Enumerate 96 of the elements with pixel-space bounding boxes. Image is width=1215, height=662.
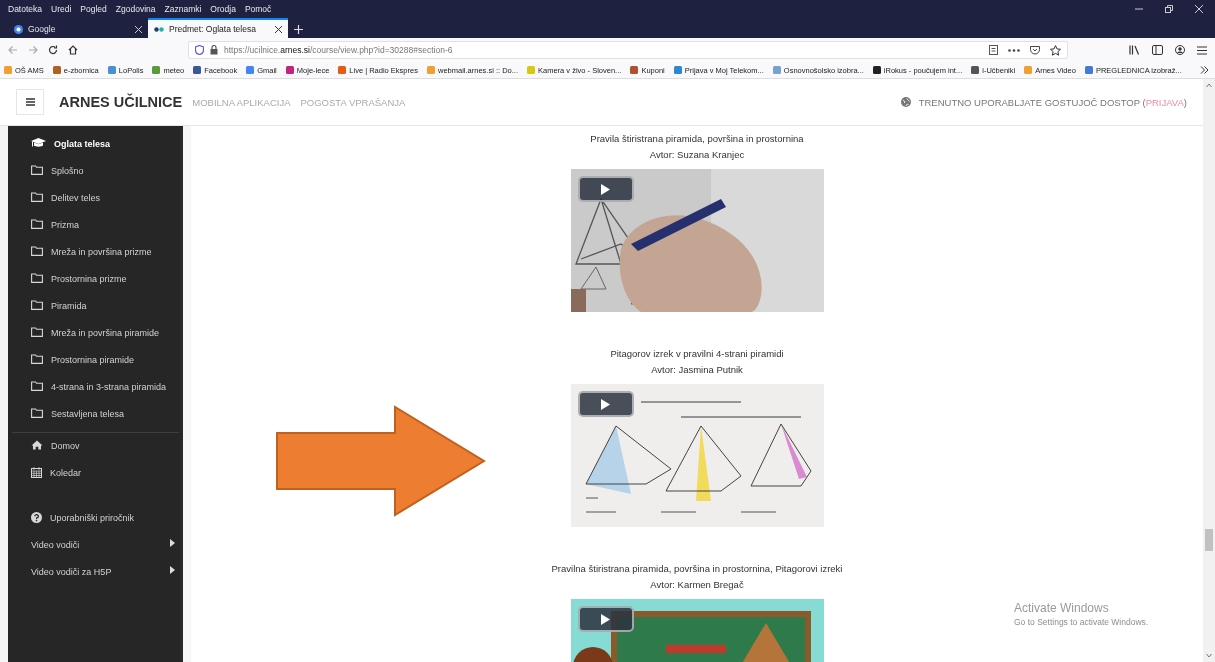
sidebar-item[interactable]: Domov [8,433,183,460]
sidebar-item[interactable]: Oglata telesa [12,131,179,158]
square-icon [1024,66,1033,74]
video-author: Avtor: Karmen Bregač [650,578,744,592]
play-button[interactable] [577,391,634,417]
menu-item[interactable]: Pomoč [244,4,272,14]
sidebar-item[interactable]: Video vodiči za H5P [8,559,183,586]
folder-icon [31,327,43,337]
globe-icon [900,97,911,107]
lock-icon [210,45,218,55]
square-icon [630,66,639,74]
play-button[interactable] [577,176,634,202]
circle-icon [14,24,23,34]
video-author: Avtor: Jasmina Putnik [651,363,743,377]
restore-icon[interactable] [1165,5,1173,13]
sidebar-item[interactable]: Mreža in površina prizme [12,239,179,266]
sidebar-item[interactable]: Prizma [12,212,179,239]
menu-item[interactable]: Orodja [210,4,236,14]
square-icon [107,66,116,74]
pocket-icon[interactable] [1030,45,1040,55]
play-button[interactable] [577,606,634,632]
sidebar-item[interactable]: Koledar [8,460,183,487]
chevrons-icon[interactable] [1200,66,1209,74]
star-icon[interactable] [1050,44,1061,56]
video-author: Avtor: Suzana Kranjec [649,148,745,162]
activation-text: Go to Settings to activate Windows. [1014,617,1149,627]
square-icon [971,66,980,74]
square-icon [872,66,881,74]
folder-icon [31,273,43,283]
folder-icon [31,246,43,256]
menu-item[interactable]: Uredi [51,4,72,14]
shield-icon [195,45,204,55]
library-icon[interactable] [1129,45,1140,55]
reader-icon[interactable] [989,45,998,55]
minimize-icon[interactable] [1135,5,1143,13]
square-icon [673,66,682,74]
square-icon [772,66,781,74]
video-title: Pravilna štiristrana piramida, površina in prostornina, Pitagorovi izreki [551,562,843,576]
more-icon[interactable] [1008,48,1020,52]
browser-tab[interactable]: Predmet: Oglata telesa [148,18,288,38]
url-text: https://ucilnice.arnes.si/course/view.php?id=30288#section-6 [224,45,453,55]
menu-item[interactable]: Pogled [80,4,107,14]
square-icon [52,66,61,74]
dots-icon [154,26,164,32]
sidebar-item[interactable]: Uporabniški priročnik [8,505,183,532]
account-icon[interactable] [1175,45,1185,55]
menu-icon [25,98,35,106]
reload-icon[interactable] [48,45,58,55]
sidebar-item[interactable]: Prostornina prizme [12,266,179,293]
square-icon [193,66,202,74]
sidebar-item[interactable]: Mreža in površina piramide [12,320,179,347]
video-title: Pitagorov izrek v pravilni 4-strani piramidi [610,347,784,361]
site-title[interactable]: ARNES UČILNICE [59,94,183,110]
activation-title: Activate Windows [1014,601,1110,615]
play-icon [601,183,610,195]
address-bar[interactable]: https://ucilnice.arnes.si/course/view.php?id=30288#section-6 [188,41,1068,59]
sidebar-item[interactable]: Splošno [12,158,179,185]
folder-icon [31,381,43,391]
sidebar-item[interactable]: Piramida [12,293,179,320]
play-icon [601,398,610,410]
home-icon [31,440,43,450]
square-icon [4,66,12,74]
folder-icon [31,354,43,364]
sidebar-item[interactable]: Sestavljena telesa [12,401,179,428]
video-title: Pravila štiristrana piramida, površina in prostornina [590,132,804,146]
square-icon [152,66,161,74]
folder-icon [31,219,43,229]
menu-item[interactable]: Zaznamki [164,4,202,14]
sidebar-icon[interactable] [1152,45,1163,55]
square-icon [426,66,435,74]
menu-item[interactable]: Zgodovina [115,4,156,14]
sidebar-item[interactable]: Delitev teles [12,185,179,212]
square-icon [246,66,255,74]
folder-icon [31,192,43,202]
graduation-cap-icon [31,138,46,149]
square-icon [338,66,347,74]
menu-icon[interactable] [1197,45,1207,55]
plus-icon[interactable] [294,25,303,34]
folder-icon [31,165,43,175]
sidebar-item[interactable]: 4-strana in 3-strana piramida [12,374,179,401]
square-icon [1084,66,1093,74]
square-icon [285,66,294,74]
help-icon [31,512,42,523]
guest-access-text: TRENUTNO UPORABLJATE GOSTUJOČ DOSTOP (PRIJAVA) [918,96,1187,108]
menu-item[interactable]: Datoteka [8,4,43,14]
folder-icon [31,408,43,418]
folder-icon [31,300,43,310]
menu-button[interactable] [16,89,44,115]
sidebar-item[interactable]: Video vodiči [8,532,183,559]
sidebar-item[interactable]: Prostornina piramide [12,347,179,374]
close-icon[interactable] [275,25,282,33]
calendar-icon [31,467,42,478]
square-icon [527,66,535,74]
home-icon[interactable] [68,45,78,55]
caret-icon [170,539,175,547]
caret-icon [170,566,175,574]
